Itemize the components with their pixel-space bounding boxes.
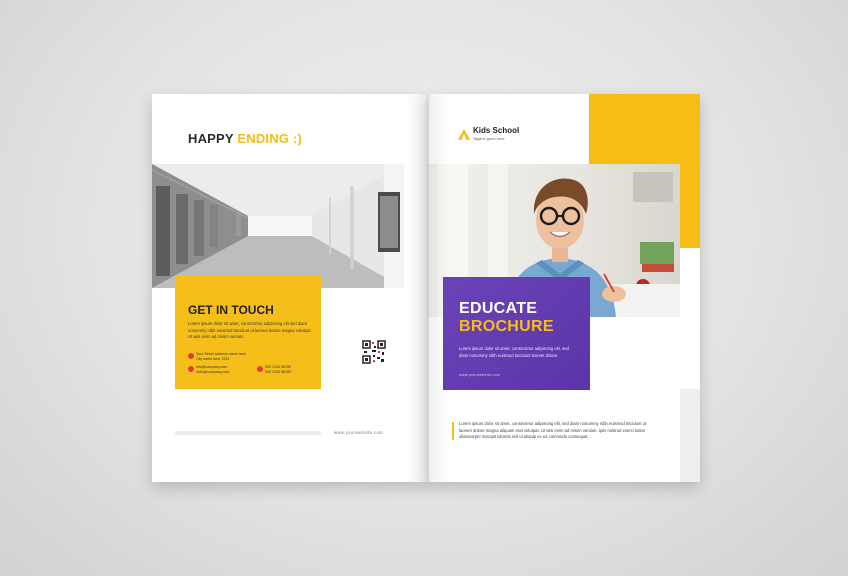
contact-heading: GET IN TOUCH: [188, 303, 274, 317]
brochure-title-line-1: EDUCATE: [459, 300, 538, 317]
logo-tagline: Tagline goes here: [473, 136, 505, 141]
email-line-1: info@company.com: [196, 365, 228, 369]
qr-code-icon: [362, 340, 386, 364]
phone-icon: [257, 366, 263, 372]
email-line-2: hello@company.com: [196, 370, 230, 374]
address-line-2: City name here 1234: [196, 357, 230, 361]
location-pin-icon: [188, 353, 194, 359]
hallway-photo: [152, 164, 404, 288]
phone-line-2: 000 1234 56789: [265, 370, 291, 374]
contact-description: Lorem ipsum dolor sit amet, consectetur …: [188, 321, 312, 339]
page-title: HAPPY ENDING :): [188, 131, 303, 146]
grey-accent-strip: [680, 389, 700, 482]
brochure-description: Lorem ipsum dolor sit amet, consectetur …: [459, 346, 569, 358]
text-accent-bar: [452, 422, 454, 440]
footer-website: www.yourwebsite.com: [334, 430, 384, 435]
triangle-logo-icon: [458, 127, 470, 140]
body-paragraph: Lorem ipsum dolor sit amet, consectetur …: [459, 421, 647, 439]
phone-line-1: 000 1234 56789: [265, 365, 291, 369]
logo-name: Kids School: [473, 126, 520, 135]
brochure-title-line-2: BROCHURE: [459, 318, 554, 335]
brochure-website: www.yourwebsite.com: [459, 373, 501, 377]
footer-bar: [175, 431, 321, 435]
address-line-1: Your Street address name here: [196, 352, 246, 356]
mail-icon: [188, 366, 194, 372]
